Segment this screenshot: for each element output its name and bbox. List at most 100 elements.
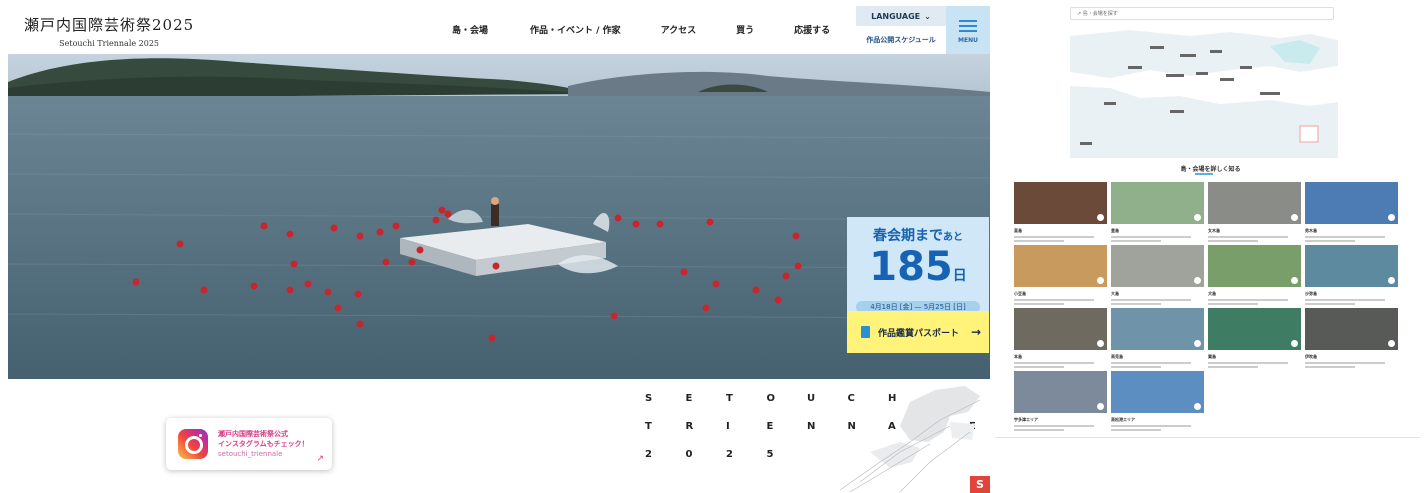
island-card[interactable]: 大島 bbox=[1111, 245, 1204, 305]
island-card[interactable]: 男木島 bbox=[1305, 182, 1398, 242]
description-placeholder bbox=[1305, 366, 1355, 368]
description-placeholder bbox=[1111, 362, 1191, 364]
heading-underline bbox=[1195, 173, 1213, 175]
arrow-right-icon: → bbox=[970, 325, 981, 339]
island-card[interactable]: 伊吹島 bbox=[1305, 308, 1398, 368]
description-placeholder bbox=[1208, 362, 1288, 364]
wordmark-letter: I bbox=[726, 421, 730, 432]
language-selector[interactable]: LANGUAGE ⌄ bbox=[856, 6, 946, 26]
setouchi-map-graphic bbox=[1070, 26, 1338, 158]
passport-button[interactable]: 作品鑑賞パスポート → bbox=[847, 311, 989, 353]
wordmark-letter: E bbox=[685, 393, 693, 404]
island-name: 豊島 bbox=[1111, 228, 1119, 233]
island-photo bbox=[1111, 371, 1204, 413]
menu-button[interactable]: MENU bbox=[946, 6, 990, 54]
island-card[interactable]: 直島 bbox=[1014, 182, 1107, 242]
description-placeholder bbox=[1111, 425, 1191, 427]
site-header: 瀬戸内国際芸術祭2025 Setouchi Triennale 2025 島・会… bbox=[0, 0, 990, 54]
description-placeholder bbox=[1305, 240, 1355, 242]
islands-page-preview: ↗ 島・会場を探す 島・会場を詳しく知る 直島 豊島 女木島 男木島小豆島 大島 犬島 沙弥… bbox=[995, 0, 1426, 493]
island-name: 大島 bbox=[1111, 291, 1119, 296]
islands-heading: 島・会場を詳しく知る bbox=[1180, 166, 1241, 173]
description-placeholder bbox=[1208, 303, 1258, 305]
description-placeholder bbox=[1305, 236, 1385, 238]
description-placeholder bbox=[1014, 236, 1094, 238]
logo-japanese: 瀬戸内国際芸術祭2025 bbox=[24, 16, 195, 34]
island-photo bbox=[1014, 371, 1107, 413]
nav-access[interactable]: アクセス bbox=[661, 23, 697, 36]
countdown-title: 春会期まであと bbox=[847, 225, 989, 245]
island-photo bbox=[1014, 308, 1107, 350]
wordmark-letter: R bbox=[685, 421, 694, 432]
island-name: 粟島 bbox=[1208, 354, 1216, 359]
island-card[interactable]: 高松港エリア bbox=[1111, 371, 1204, 431]
instagram-text: 瀬戸内国際芸術祭公式 インスタグラムもチェック！ setouchi_trienn… bbox=[218, 429, 309, 459]
wordmark-letter: 0 bbox=[685, 449, 693, 460]
chevron-down-icon: ⌄ bbox=[924, 11, 931, 21]
description-placeholder bbox=[1111, 303, 1161, 305]
hero-image bbox=[8, 54, 990, 379]
map-search-field[interactable]: ↗ 島・会場を探す bbox=[1070, 7, 1334, 20]
instagram-banner[interactable]: 瀬戸内国際芸術祭公式 インスタグラムもチェック！ setouchi_trienn… bbox=[166, 418, 332, 470]
island-photo bbox=[1014, 182, 1107, 224]
island-card[interactable]: 宇多津エリア bbox=[1014, 371, 1107, 431]
wordmark-letter: T bbox=[645, 421, 652, 432]
description-placeholder bbox=[1111, 240, 1161, 242]
global-nav: 島・会場 作品・イベント / 作家 アクセス 買う 応援する bbox=[440, 23, 830, 36]
description-placeholder bbox=[1014, 303, 1064, 305]
island-card[interactable]: 豊島 bbox=[1111, 182, 1204, 242]
island-card[interactable]: 犬島 bbox=[1208, 245, 1301, 305]
description-placeholder bbox=[1014, 425, 1094, 427]
instagram-icon bbox=[178, 429, 208, 459]
island-name: 女木島 bbox=[1208, 228, 1220, 233]
wordmark-letter: 5 bbox=[766, 449, 774, 460]
nav-islands[interactable]: 島・会場 bbox=[452, 23, 488, 36]
island-card[interactable]: 女木島 bbox=[1208, 182, 1301, 242]
island-name: 男木島 bbox=[1305, 228, 1317, 233]
island-photo bbox=[1305, 245, 1398, 287]
countdown-panel: 春会期まであと 185日 4月18日 [金] — 5月25日 [日] bbox=[847, 217, 989, 313]
island-card[interactable]: 沙弥島 bbox=[1305, 245, 1398, 305]
nav-support[interactable]: 応援する bbox=[794, 23, 830, 36]
description-placeholder bbox=[1111, 429, 1161, 431]
description-placeholder bbox=[1111, 366, 1161, 368]
external-link-icon: ↗ bbox=[316, 454, 324, 464]
island-name: 直島 bbox=[1014, 228, 1022, 233]
passport-label: 作品鑑賞パスポート bbox=[878, 328, 960, 339]
language-box: LANGUAGE ⌄ 作品公開スケジュール bbox=[856, 6, 946, 54]
island-card[interactable]: 粟島 bbox=[1208, 308, 1301, 368]
description-placeholder bbox=[1014, 240, 1064, 242]
island-card[interactable]: 高見島 bbox=[1111, 308, 1204, 368]
countdown-days: 185日 bbox=[847, 245, 989, 298]
description-placeholder bbox=[1111, 299, 1191, 301]
description-placeholder bbox=[1208, 240, 1258, 242]
instagram-handle: setouchi_triennale bbox=[218, 450, 283, 458]
island-card[interactable]: 本島 bbox=[1014, 308, 1107, 368]
island-photo bbox=[1305, 182, 1398, 224]
hamburger-icon bbox=[959, 17, 977, 35]
divider bbox=[995, 437, 1420, 438]
description-placeholder bbox=[1208, 236, 1288, 238]
nav-works-events[interactable]: 作品・イベント / 作家 bbox=[530, 23, 621, 36]
island-name: 沙弥島 bbox=[1305, 291, 1317, 296]
countdown-suffix: あと bbox=[943, 232, 963, 243]
island-photo bbox=[1208, 308, 1301, 350]
nav-buy[interactable]: 買う bbox=[736, 23, 754, 36]
description-placeholder bbox=[1014, 362, 1094, 364]
menu-label: MENU bbox=[958, 36, 978, 44]
description-placeholder bbox=[1014, 366, 1064, 368]
logo-english: Setouchi Triennale 2025 bbox=[59, 39, 160, 48]
island-photo bbox=[1305, 308, 1398, 350]
island-card[interactable]: 小豆島 bbox=[1014, 245, 1107, 305]
countdown-prefix: 春会期まで bbox=[873, 228, 943, 244]
wordmark-letter: S bbox=[645, 393, 653, 404]
description-placeholder bbox=[1305, 303, 1355, 305]
countdown-days-value: 185 bbox=[869, 244, 953, 290]
schedule-link[interactable]: 作品公開スケジュール bbox=[856, 26, 946, 54]
wordmark-letter: E bbox=[766, 421, 774, 432]
wordmark-letter: T bbox=[726, 393, 733, 404]
description-placeholder bbox=[1208, 299, 1288, 301]
island-name: 高見島 bbox=[1111, 354, 1123, 359]
island-photo bbox=[1111, 182, 1204, 224]
site-logo[interactable]: 瀬戸内国際芸術祭2025 Setouchi Triennale 2025 bbox=[24, 14, 194, 48]
